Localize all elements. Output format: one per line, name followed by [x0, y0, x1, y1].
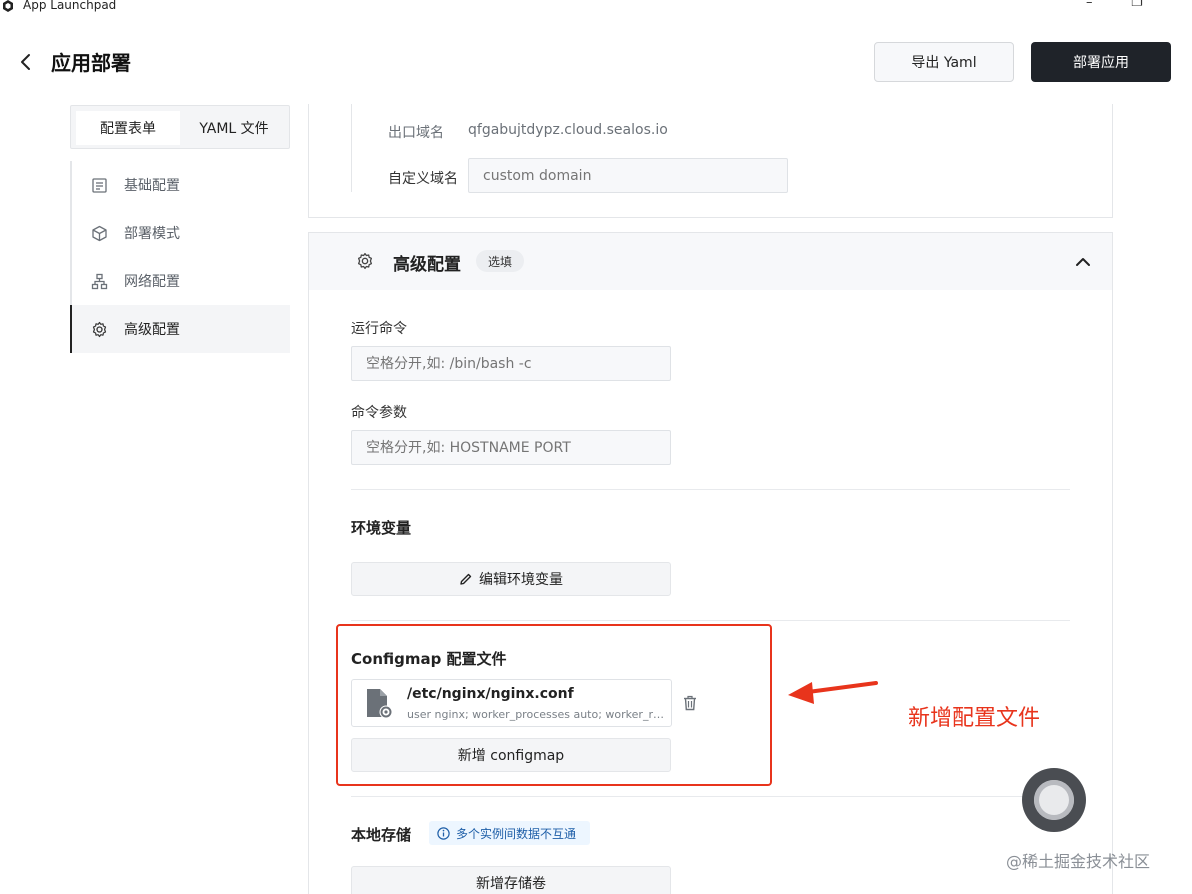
edit-env-vars-label: 编辑环境变量 — [479, 572, 563, 588]
restore-button[interactable]: ❐ — [1131, 0, 1143, 10]
storage-info-text: 多个实例间数据不互通 — [456, 826, 577, 841]
view-mode-tabs: 配置表单 YAML 文件 — [70, 105, 290, 149]
page-title: 应用部署 — [51, 51, 131, 75]
document-icon — [92, 177, 107, 193]
local-storage-title: 本地存储 — [351, 826, 412, 844]
deploy-app-button[interactable]: 部署应用 — [1031, 42, 1171, 82]
run-command-input[interactable] — [351, 346, 671, 381]
nav-item-advanced[interactable]: 高级配置 — [70, 305, 290, 353]
annotation-arrow-icon — [788, 681, 878, 704]
chevron-up-icon[interactable] — [1073, 252, 1093, 272]
section-divider — [351, 620, 1070, 621]
section-divider — [351, 796, 1070, 797]
cube-icon — [92, 225, 107, 241]
back-arrow-icon[interactable] — [16, 52, 36, 72]
export-yaml-button[interactable]: 导出 Yaml — [874, 42, 1014, 82]
tab-config-form[interactable]: 配置表单 — [76, 111, 180, 145]
app-logo-icon — [3, 0, 13, 12]
watermark: @稀土掘金技术社区 — [1006, 852, 1151, 871]
nav-item-label: 基础配置 — [124, 178, 180, 194]
nav-item-network[interactable]: 网络配置 — [70, 257, 290, 305]
network-config-card: 出口域名 qfgabujtdypz.cloud.sealos.io 自定义域名 — [308, 104, 1113, 218]
command-args-label: 命令参数 — [351, 405, 407, 421]
edit-env-vars-button[interactable]: 编辑环境变量 — [351, 562, 671, 596]
pencil-icon — [460, 573, 472, 585]
section-guide-line — [351, 104, 352, 192]
nav-item-label: 网络配置 — [124, 274, 180, 290]
nav-rail — [70, 161, 72, 305]
nav-item-label: 高级配置 — [124, 322, 180, 338]
section-nav: 基础配置 部署模式 网络配置 高级配置 — [70, 161, 290, 353]
section-divider — [351, 489, 1070, 490]
tab-yaml-file[interactable]: YAML 文件 — [182, 111, 286, 145]
window-titlebar: App Launchpad – ❐ — [0, 0, 1192, 14]
storage-info-badge: 多个实例间数据不互通 — [429, 821, 590, 845]
gear-icon — [358, 252, 372, 270]
custom-domain-input[interactable] — [468, 158, 788, 193]
annotation-note: 新增配置文件 — [908, 706, 1041, 731]
floating-assistant-button[interactable] — [1022, 768, 1086, 832]
command-args-input[interactable] — [351, 430, 671, 465]
advanced-config-card: 高级配置 选填 运行命令 命令参数 环境变量 编辑环境变量 Configmap … — [308, 232, 1113, 894]
network-icon — [91, 273, 108, 289]
info-icon — [437, 826, 450, 840]
nav-item-deploy-mode[interactable]: 部署模式 — [70, 209, 290, 257]
outbound-domain-label: 出口域名 — [388, 125, 444, 141]
nav-item-basic[interactable]: 基础配置 — [70, 161, 290, 209]
custom-domain-label: 自定义域名 — [388, 171, 458, 187]
add-storage-volume-button[interactable]: 新增存储卷 — [351, 866, 671, 894]
minimize-button[interactable]: – — [1086, 0, 1093, 10]
advanced-config-header[interactable]: 高级配置 选填 — [309, 233, 1112, 290]
gear-icon — [92, 321, 107, 337]
run-command-label: 运行命令 — [351, 321, 407, 337]
advanced-config-title: 高级配置 — [393, 255, 461, 275]
nav-item-label: 部署模式 — [124, 226, 180, 242]
window-title: App Launchpad — [23, 0, 117, 12]
annotation-highlight-box — [336, 624, 772, 786]
optional-badge: 选填 — [476, 250, 524, 272]
env-vars-title: 环境变量 — [351, 519, 412, 537]
outbound-domain-value: qfgabujtdypz.cloud.sealos.io — [468, 122, 668, 138]
